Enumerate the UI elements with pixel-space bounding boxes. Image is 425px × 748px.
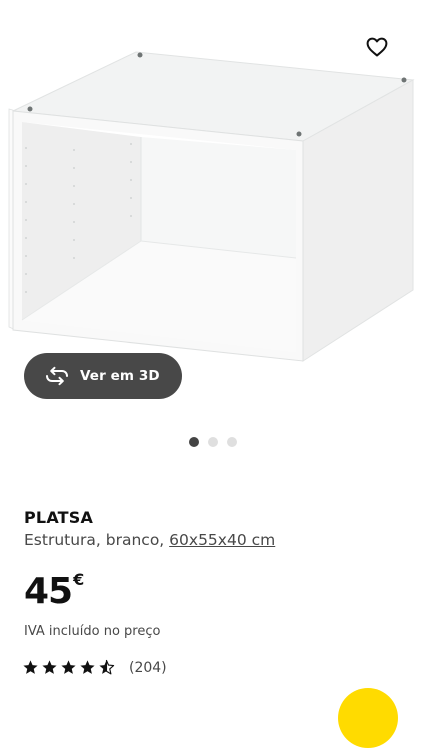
- price-amount: 45: [24, 571, 73, 612]
- add-to-cart-button[interactable]: [338, 688, 398, 748]
- rotate-arrows-icon: [46, 366, 68, 386]
- gallery-pagination: [0, 437, 425, 447]
- star-icon: [61, 660, 76, 674]
- product-price: 45€: [24, 570, 84, 612]
- heart-outline-icon: [366, 37, 388, 57]
- star-icon: [80, 660, 95, 674]
- view-3d-label: Ver em 3D: [80, 368, 160, 384]
- half-star-icon: [99, 659, 115, 675]
- product-info: PLATSA Estrutura, branco, 60x55x40 cm: [24, 508, 404, 549]
- star-icon: [23, 660, 38, 674]
- gallery-dot[interactable]: [226, 437, 237, 447]
- price-currency: €: [73, 570, 85, 589]
- product-description: Estrutura, branco, 60x55x40 cm: [24, 531, 404, 549]
- vat-note: IVA incluído no preço: [24, 624, 161, 639]
- favourite-button[interactable]: [360, 30, 394, 64]
- product-image-gallery[interactable]: Ver em 3D: [0, 0, 425, 425]
- view-3d-button[interactable]: Ver em 3D: [24, 353, 182, 399]
- star-icon: [42, 660, 57, 674]
- product-title: PLATSA: [24, 508, 94, 527]
- gallery-dot[interactable]: [188, 437, 199, 447]
- product-dimensions-link[interactable]: 60x55x40 cm: [169, 531, 275, 549]
- gallery-dot[interactable]: [207, 437, 218, 447]
- review-count: (204): [129, 659, 167, 676]
- product-rating[interactable]: (204): [22, 659, 167, 676]
- product-type: Estrutura, branco,: [24, 531, 165, 549]
